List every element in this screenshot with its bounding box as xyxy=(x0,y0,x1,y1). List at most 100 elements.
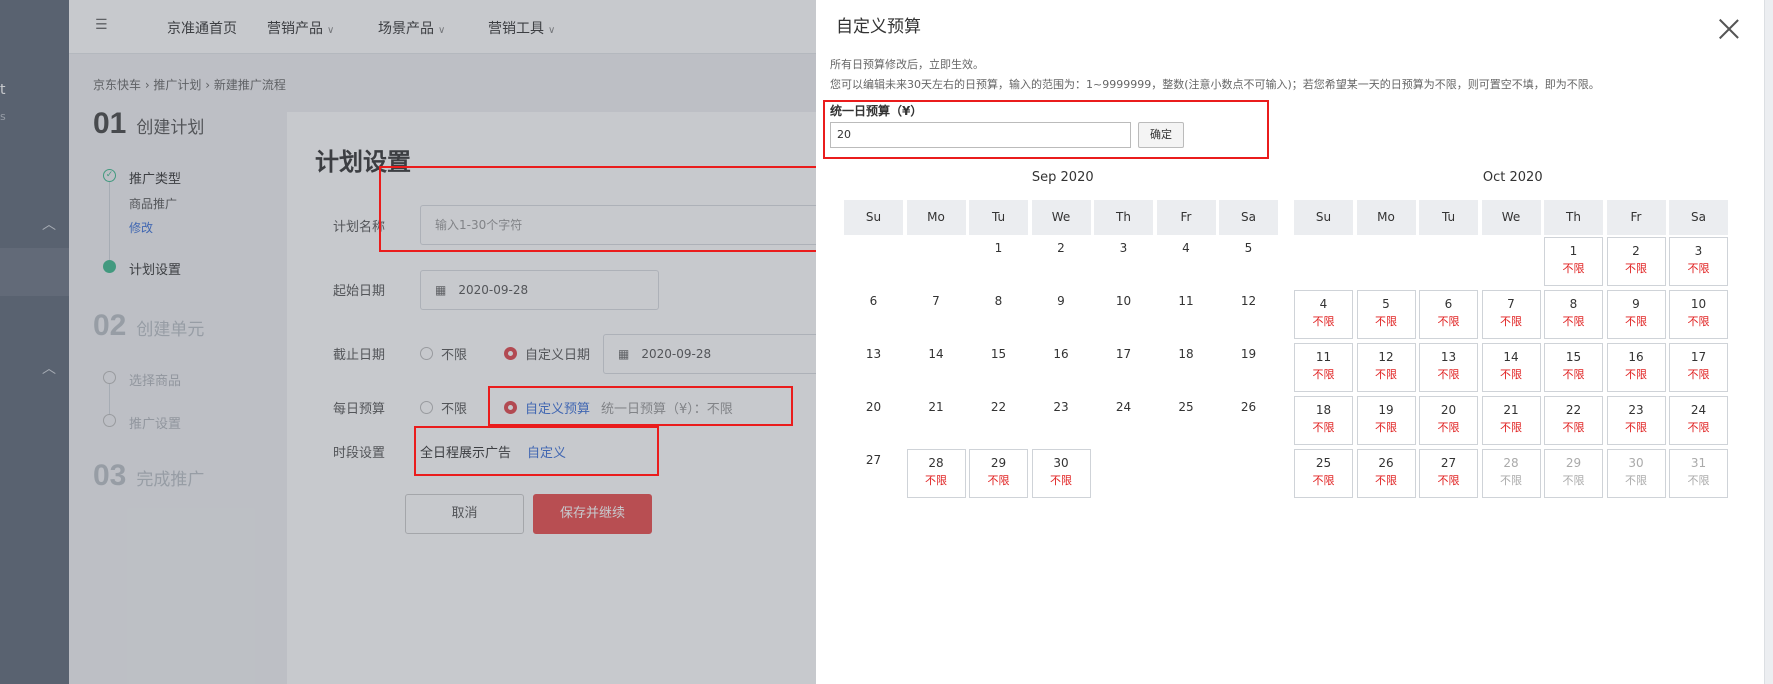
weekday-header: We xyxy=(1481,200,1541,235)
step-item-promo-settings: 推广设置 xyxy=(129,417,182,432)
calendar-day: 26 xyxy=(1240,400,1257,414)
calendar-day-budget-cell[interactable]: 16 不限 xyxy=(1606,343,1666,392)
nav-marketing-products[interactable]: 营销产品 ∨ xyxy=(267,18,334,38)
calendar-day-budget-cell[interactable]: 15 不限 xyxy=(1544,343,1603,392)
sidebar: t s ︿ ︿ xyxy=(0,0,69,684)
highlight-box xyxy=(488,386,793,426)
calendar-day-budget-cell[interactable]: 14 不限 xyxy=(1481,343,1541,392)
calendar-icon: ▦ xyxy=(435,283,447,297)
end-date-unlimited-radio[interactable]: 不限 xyxy=(420,344,467,363)
calendar-day-budget-cell[interactable]: 28 不限 xyxy=(906,449,966,498)
calendar-day-budget-cell[interactable]: 29 不限 xyxy=(969,449,1028,498)
calendar-day-budget-cell[interactable]: 21 不限 xyxy=(1481,396,1541,445)
weekday-header: We xyxy=(1031,200,1091,235)
calendar-day: 13 xyxy=(865,347,882,361)
calendar-day-budget-cell[interactable]: 3 不限 xyxy=(1669,237,1728,286)
step-connector xyxy=(109,172,110,264)
calendar-day-budget-cell[interactable]: 19 不限 xyxy=(1356,396,1416,445)
save-continue-button[interactable]: 保存并继续 xyxy=(533,494,652,534)
weekday-header: Fr xyxy=(1156,200,1216,235)
calendar-day-budget-cell[interactable]: 4 不限 xyxy=(1294,290,1353,339)
calendar-day: 8 xyxy=(994,294,1003,308)
budget-unlimited-radio[interactable]: 不限 xyxy=(420,398,467,417)
step-item-value: 商品推广 xyxy=(129,197,178,211)
calendar-day-budget-cell[interactable]: 18 不限 xyxy=(1294,396,1353,445)
calendar-day-budget-cell[interactable]: 5 不限 xyxy=(1356,290,1416,339)
pending-step-dot xyxy=(103,371,116,384)
edit-link[interactable]: 修改 xyxy=(129,219,153,236)
weekday-header: Sa xyxy=(1219,200,1278,235)
sidebar-text-fragment: t xyxy=(0,82,6,98)
calendar-day-budget-cell: 30 不限 xyxy=(1606,449,1666,498)
daily-budget-label: 每日预算 xyxy=(333,402,386,417)
pending-step-dot xyxy=(103,414,116,427)
calendar-day: 25 xyxy=(1178,400,1194,414)
close-icon[interactable] xyxy=(1718,18,1740,40)
calendar-day-budget-cell[interactable]: 9 不限 xyxy=(1606,290,1666,339)
menu-toggle-icon[interactable]: ☰ xyxy=(95,18,111,32)
sidebar-selected-item[interactable] xyxy=(0,248,69,296)
calendar-day: 2 xyxy=(1057,241,1065,255)
calendar-day-budget-cell[interactable]: 24 不限 xyxy=(1669,396,1728,445)
calendar-day: 6 xyxy=(869,294,878,308)
start-date-label: 起始日期 xyxy=(333,284,386,299)
step-number: 01 xyxy=(93,107,127,140)
calendar-day: 24 xyxy=(1115,400,1132,414)
step-title: 完成推广 xyxy=(136,470,205,490)
drawer-note: 您可以编辑未来30天左右的日预算，输入的范围为：1~9999999，整数(注意小… xyxy=(830,78,1600,91)
chevron-up-icon[interactable]: ︿ xyxy=(42,358,56,378)
weekday-header: Sa xyxy=(1669,200,1728,235)
step-progress: 01 创建计划 ✓ 推广类型 商品推广 修改 计划设置 02 创建单元 选择商品… xyxy=(93,95,263,684)
calendar-day-budget-cell[interactable]: 12 不限 xyxy=(1356,343,1416,392)
cancel-button[interactable]: 取消 xyxy=(405,494,524,534)
breadcrumb: 京东快车 › 推广计划 › 新建推广流程 xyxy=(93,78,286,92)
calendar-day: 10 xyxy=(1115,294,1132,308)
calendar-day: 12 xyxy=(1240,294,1257,308)
step-2-header: 02 创建单元 xyxy=(93,309,204,343)
chevron-down-icon: ∨ xyxy=(548,25,556,36)
end-date-picker[interactable]: ▦ 2020-09-28 xyxy=(603,334,823,374)
step-1-header: 01 创建计划 xyxy=(93,107,204,141)
nav-marketing-tools[interactable]: 营销工具 ∨ xyxy=(488,18,555,38)
calendar-day: 17 xyxy=(1115,347,1132,361)
calendar-day-budget-cell[interactable]: 11 不限 xyxy=(1294,343,1353,392)
calendar-day-budget-cell[interactable]: 7 不限 xyxy=(1481,290,1541,339)
calendar-day-budget-cell[interactable]: 8 不限 xyxy=(1544,290,1603,339)
calendar-day: 1 xyxy=(994,241,1003,255)
nav-scene-products[interactable]: 场景产品 ∨ xyxy=(378,18,445,38)
calendar-day-budget-cell[interactable]: 10 不限 xyxy=(1669,290,1728,339)
calendar-day-budget-cell[interactable]: 23 不限 xyxy=(1606,396,1666,445)
calendar-day: 22 xyxy=(990,400,1007,414)
calendar-day-budget-cell[interactable]: 2 不限 xyxy=(1606,237,1666,286)
calendar-day: 14 xyxy=(928,347,944,361)
calendar-day-budget-cell[interactable]: 1 不限 xyxy=(1544,237,1603,286)
calendar-day-budget-cell[interactable]: 22 不限 xyxy=(1544,396,1603,445)
step-number: 02 xyxy=(93,309,127,342)
start-date-picker[interactable]: ▦ 2020-09-28 xyxy=(420,270,659,310)
end-date-custom-radio[interactable]: 自定义日期 xyxy=(504,344,590,363)
calendar-day-budget-cell[interactable]: 17 不限 xyxy=(1669,343,1728,392)
calendar-day-budget-cell[interactable]: 30 不限 xyxy=(1031,449,1091,498)
chevron-down-icon: ∨ xyxy=(327,25,335,36)
calendar-day-budget-cell[interactable]: 25 不限 xyxy=(1294,449,1353,498)
calendar-day-budget-cell[interactable]: 26 不限 xyxy=(1356,449,1416,498)
calendar-day-budget-cell[interactable]: 13 不限 xyxy=(1419,343,1478,392)
current-step-dot xyxy=(103,260,116,273)
step-connector xyxy=(109,378,110,418)
calendar-day: 23 xyxy=(1053,400,1069,414)
calendar-day-budget-cell[interactable]: 6 不限 xyxy=(1419,290,1478,339)
weekday-header: Mo xyxy=(906,200,966,235)
scrollbar[interactable] xyxy=(1764,0,1773,684)
calendar-day: 16 xyxy=(1053,347,1069,361)
calendar-day-budget-cell[interactable]: 27 不限 xyxy=(1419,449,1478,498)
calendar-day-budget-cell: 31 不限 xyxy=(1669,449,1728,498)
calendar-day-budget-cell[interactable]: 20 不限 xyxy=(1419,396,1478,445)
chevron-up-icon[interactable]: ︿ xyxy=(42,214,56,234)
plan-name-label: 计划名称 xyxy=(333,220,386,235)
weekday-header: Tu xyxy=(969,200,1028,235)
nav-home[interactable]: 京准通首页 xyxy=(167,18,237,38)
calendar-day: 27 xyxy=(865,453,882,467)
chevron-down-icon: ∨ xyxy=(438,25,446,36)
check-icon: ✓ xyxy=(103,169,116,182)
drawer-note: 所有日预算修改后，立即生效。 xyxy=(830,58,984,71)
